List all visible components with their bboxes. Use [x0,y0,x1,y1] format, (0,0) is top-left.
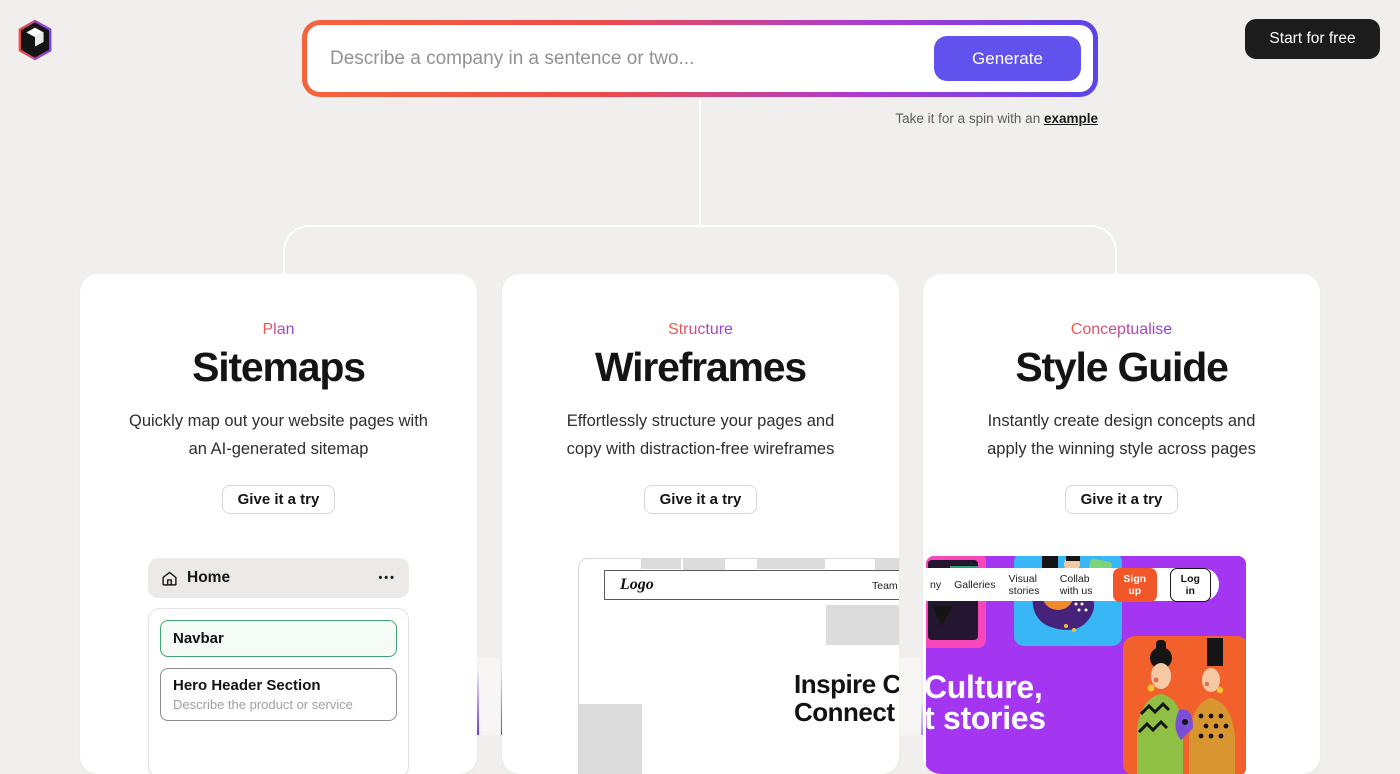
home-icon [161,570,178,587]
feature-card-wireframes: Structure Wireframes Effortlessly struct… [502,274,899,774]
wireframe-nav-item: Team [872,580,898,592]
connector-tube [898,658,921,735]
wireframe-logo-text: Logo [620,576,654,594]
wireframe-heading-line: Connect [794,697,895,728]
sitemap-preview: Home ••• Navbar Hero Header Section Desc… [148,558,409,774]
sitemap-panel: Navbar Hero Header Section Describe the … [148,608,409,774]
card-description-line: Instantly create design concepts and [923,407,1320,435]
card-description-line: apply the winning style across pages [923,435,1320,463]
sitemap-hero-block: Hero Header Section Describe the product… [160,668,397,721]
card-eyebrow: Conceptualise [1071,321,1172,339]
styleguide-signup-button: Sign up [1113,568,1157,602]
company-prompt-bar: Generate [302,20,1098,97]
ellipsis-menu-icon: ••• [378,572,396,584]
card-title: Sitemaps [80,344,477,391]
card-description: Quickly map out your website pages with … [80,407,477,464]
start-for-free-button[interactable]: Start for free [1245,19,1380,59]
people-illustration [1123,636,1246,774]
give-it-a-try-button[interactable]: Give it a try [1065,485,1179,514]
card-description-line: Quickly map out your website pages with [80,407,477,435]
wireframe-heading-line: Inspire C [794,669,899,700]
sitemap-navbar-block: Navbar [160,620,397,657]
styleguide-nav-item: Visual stories [1009,573,1047,597]
example-hint: Take it for a spin with an example [302,111,1098,126]
wireframe-image-block [826,605,899,645]
wireframe-placeholder-block [757,559,825,569]
styleguide-hero-illustration [1123,636,1246,774]
styleguide-login-button: Log in [1170,568,1211,602]
card-description: Effortlessly structure your pages and co… [502,407,899,464]
styleguide-nav-item: Collab with us [1060,573,1100,597]
sitemap-hero-title: Hero Header Section [173,677,384,694]
app-logo-cube-icon[interactable] [16,19,54,61]
wireframe-preview: Logo Team Inspire C Connect [578,558,899,774]
sitemap-page-label: Home [187,569,230,587]
cube-icon [16,19,54,61]
styleguide-nav-item: Galleries [954,579,995,591]
wireframe-navbar: Logo Team [604,570,899,600]
card-description-line: copy with distraction-free wireframes [502,435,899,463]
hint-text: Take it for a spin with an [895,111,1044,126]
styleguide-preview: ny Galleries Visual stories Collab with … [926,556,1246,774]
generate-button[interactable]: Generate [934,36,1081,81]
sitemap-hero-subtitle: Describe the product or service [173,697,384,712]
give-it-a-try-button[interactable]: Give it a try [222,485,336,514]
give-it-a-try-button[interactable]: Give it a try [644,485,758,514]
card-title: Wireframes [502,344,899,391]
styleguide-navbar: ny Galleries Visual stories Collab with … [926,568,1219,601]
connector-tube [477,658,500,735]
card-eyebrow: Plan [262,321,294,339]
feature-card-sitemaps: Plan Sitemaps Quickly map out your websi… [80,274,477,774]
styleguide-heading-line: Culture, [926,672,1046,703]
company-description-input[interactable] [307,25,907,92]
card-title: Style Guide [923,344,1320,391]
styleguide-heading-line: t stories [926,703,1046,734]
wireframe-image-block [579,704,642,774]
feature-card-style-guide: Conceptualise Style Guide Instantly crea… [923,274,1320,774]
card-description-line: Effortlessly structure your pages and [502,407,899,435]
sitemap-page-header: Home ••• [148,558,409,598]
card-description-line: an AI-generated sitemap [80,435,477,463]
example-link[interactable]: example [1044,111,1098,126]
card-description: Instantly create design concepts and app… [923,407,1320,464]
wireframe-placeholder-block [641,559,681,569]
styleguide-heading: Culture, t stories [926,672,1046,734]
card-eyebrow: Structure [668,321,733,339]
styleguide-nav-item: ny [930,579,941,591]
